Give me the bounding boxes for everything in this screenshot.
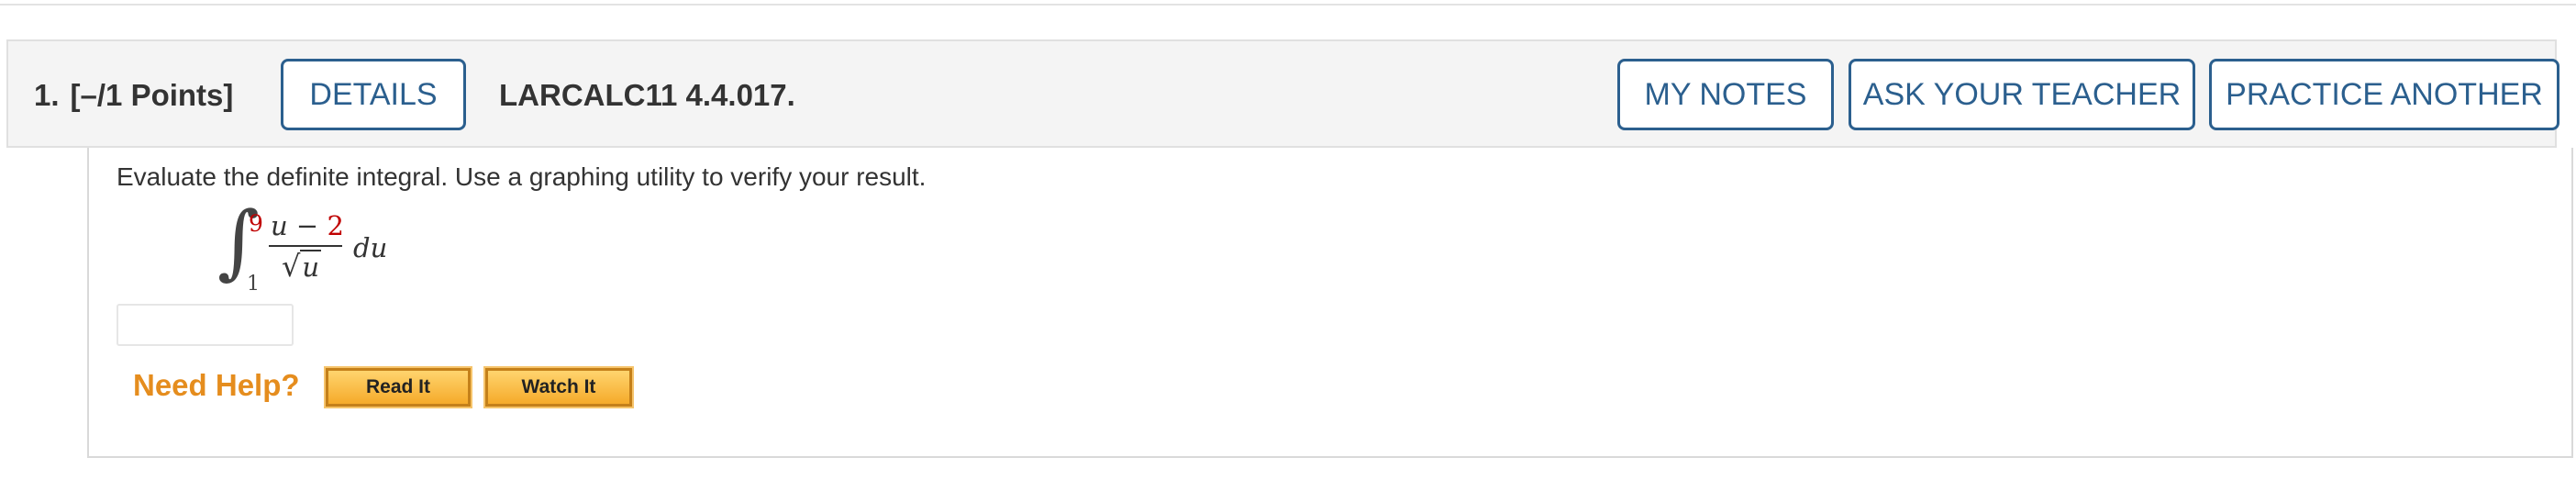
fraction-bar [269, 245, 342, 247]
read-it-button[interactable]: Read It [324, 366, 472, 408]
practice-another-button[interactable]: PRACTICE ANOTHER [2209, 59, 2559, 130]
minus-operator: − [295, 210, 319, 241]
radical-sign: √ [282, 249, 301, 284]
question-number-label: 1. [34, 78, 60, 112]
question-header: 1. [–/1 Points] DETAILS LARCALC11 4.4.017… [6, 39, 2559, 148]
integral-expression: ∫ 9 1 u − 2 √u du [217, 201, 493, 307]
ask-your-teacher-button[interactable]: ASK YOUR TEACHER [1849, 59, 2195, 130]
question-code: LARCALC11 4.4.017. [499, 78, 795, 112]
question-body: Evaluate the definite integral. Use a gr… [87, 148, 2573, 458]
my-notes-button[interactable]: MY NOTES [1617, 59, 1834, 130]
numerator: u − 2 [271, 210, 344, 241]
denominator-variable: u [300, 250, 322, 283]
denominator: √u [282, 249, 322, 284]
details-button[interactable]: DETAILS [281, 59, 466, 130]
differential: du [353, 232, 388, 263]
answer-input[interactable] [117, 304, 294, 346]
upper-limit: 9 [249, 210, 263, 237]
need-help-label: Need Help? [133, 368, 300, 402]
watch-it-button[interactable]: Watch It [483, 366, 634, 408]
numerator-variable: u [271, 210, 288, 241]
points-label: [–/1 Points] [70, 78, 234, 112]
top-divider [0, 0, 2576, 6]
numerator-constant: 2 [327, 210, 344, 241]
lower-limit: 1 [247, 273, 260, 296]
question-number: 1. [–/1 Points] [34, 78, 233, 113]
problem-prompt: Evaluate the definite integral. Use a gr… [117, 162, 927, 191]
